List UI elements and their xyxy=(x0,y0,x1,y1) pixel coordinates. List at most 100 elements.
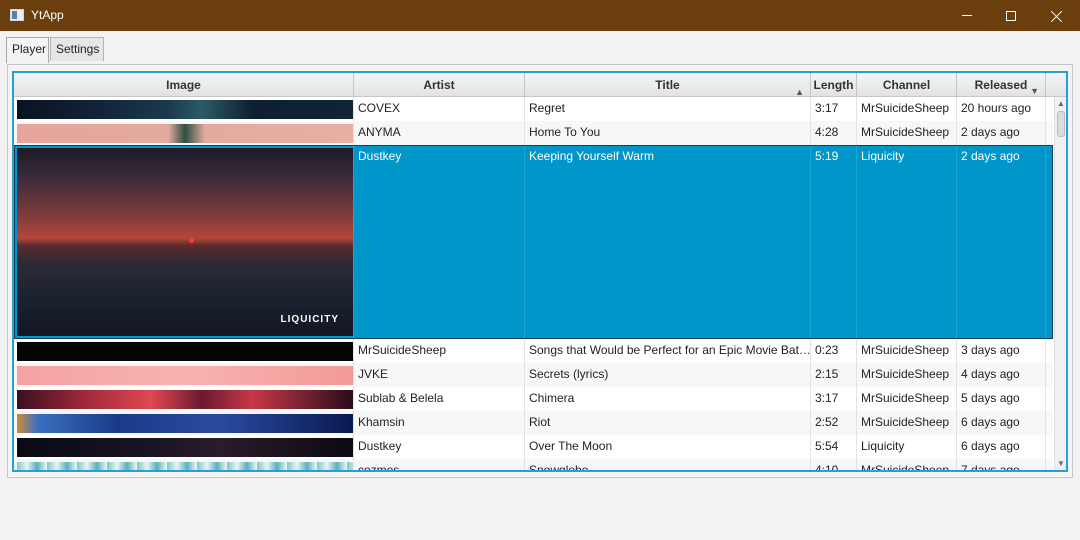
column-header-label: Artist xyxy=(423,78,455,92)
released-cell: 7 days ago xyxy=(957,459,1046,470)
vertical-scrollbar[interactable]: ▲ ▼ xyxy=(1054,97,1066,470)
thumbnail-image xyxy=(17,342,353,361)
table-row[interactable]: Khamsin Riot 2:52 MrSuicideSheep 6 days … xyxy=(14,411,1053,435)
column-header-label: Released xyxy=(974,78,1028,92)
thumbnail-cell xyxy=(14,387,354,411)
thumbnail-image xyxy=(17,124,353,143)
table-body: COVEX Regret 3:17 MrSuicideSheep 20 hour… xyxy=(14,97,1053,470)
thumbnail-image xyxy=(17,100,353,119)
title-cell: Snowglobe xyxy=(525,459,811,470)
window-title: YtApp xyxy=(31,8,64,22)
length-cell: 2:15 xyxy=(811,363,857,387)
artist-cell: COVEX xyxy=(354,97,525,121)
artist-cell: Dustkey xyxy=(354,435,525,459)
table-row[interactable]: cozmos Snowglobe 4:10 MrSuicideSheep 7 d… xyxy=(14,459,1053,470)
length-cell: 2:52 xyxy=(811,411,857,435)
artist-cell: Dustkey xyxy=(354,145,525,339)
thumbnail-cell xyxy=(14,97,354,121)
released-cell: 2 days ago xyxy=(957,145,1046,339)
scroll-down-icon[interactable]: ▼ xyxy=(1057,459,1065,468)
scrollbar-thumb[interactable] xyxy=(1057,111,1065,137)
thumbnail-cell xyxy=(14,411,354,435)
title-cell: Over The Moon xyxy=(525,435,811,459)
released-cell: 6 days ago xyxy=(957,435,1046,459)
title-cell: Secrets (lyrics) xyxy=(525,363,811,387)
table-row[interactable]: Dustkey Over The Moon 5:54 Liquicity 6 d… xyxy=(14,435,1053,459)
channel-cell: MrSuicideSheep xyxy=(857,363,957,387)
column-header-length[interactable]: Length xyxy=(811,73,857,97)
column-header-released[interactable]: Released ▼ xyxy=(957,73,1046,97)
minimize-icon xyxy=(962,15,972,16)
channel-cell: MrSuicideSheep xyxy=(857,97,957,121)
app-icon xyxy=(10,9,24,21)
tab-bar: Player Settings xyxy=(0,31,1080,63)
player-panel: Image Artist Title ▲ Length Channel Relea… xyxy=(7,64,1073,478)
table-row[interactable]: MrSuicideSheep Songs that Would be Perfe… xyxy=(14,339,1053,363)
title-cell: Riot xyxy=(525,411,811,435)
column-header-title[interactable]: Title ▲ xyxy=(525,73,811,97)
title-bar: YtApp xyxy=(0,0,1080,31)
artist-cell: cozmos xyxy=(354,459,525,470)
tab-player[interactable]: Player xyxy=(6,37,49,63)
title-cell: Chimera xyxy=(525,387,811,411)
artist-cell: ANYMA xyxy=(354,121,525,145)
artist-cell: MrSuicideSheep xyxy=(354,339,525,363)
title-cell: Songs that Would be Perfect for an Epic … xyxy=(525,339,811,363)
video-table[interactable]: Image Artist Title ▲ Length Channel Relea… xyxy=(12,71,1068,472)
released-cell: 2 days ago xyxy=(957,121,1046,145)
column-header-label: Image xyxy=(166,78,201,92)
length-cell: 4:28 xyxy=(811,121,857,145)
title-cell: Keeping Yourself Warm xyxy=(525,145,811,339)
column-header-label: Length xyxy=(813,78,854,92)
title-cell: Regret xyxy=(525,97,811,121)
maximize-button[interactable] xyxy=(988,0,1034,31)
thumbnail-image xyxy=(17,414,353,433)
released-cell: 5 days ago xyxy=(957,387,1046,411)
column-header-artist[interactable]: Artist xyxy=(354,73,525,97)
thumbnail-cell xyxy=(14,339,354,363)
thumbnail-image: LIQUICITY xyxy=(17,148,353,336)
length-cell: 5:19 xyxy=(811,145,857,339)
channel-cell: Liquicity xyxy=(857,435,957,459)
column-header-filler xyxy=(1046,73,1066,97)
table-row[interactable]: Sublab & Belela Chimera 3:17 MrSuicideSh… xyxy=(14,387,1053,411)
column-header-label: Channel xyxy=(882,78,931,92)
thumbnail-image xyxy=(17,462,353,470)
channel-cell: MrSuicideSheep xyxy=(857,459,957,470)
artist-cell: JVKE xyxy=(354,363,525,387)
artist-cell: Sublab & Belela xyxy=(354,387,525,411)
table-row[interactable]: COVEX Regret 3:17 MrSuicideSheep 20 hour… xyxy=(14,97,1053,121)
channel-cell: MrSuicideSheep xyxy=(857,121,957,145)
table-row[interactable]: JVKE Secrets (lyrics) 2:15 MrSuicideShee… xyxy=(14,363,1053,387)
channel-cell: MrSuicideSheep xyxy=(857,411,957,435)
close-button[interactable] xyxy=(1034,0,1080,31)
minimize-button[interactable] xyxy=(944,0,990,31)
maximize-icon xyxy=(1006,10,1016,21)
scroll-up-icon[interactable]: ▲ xyxy=(1057,99,1065,108)
close-icon xyxy=(1051,10,1063,22)
title-cell: Home To You xyxy=(525,121,811,145)
column-header-channel[interactable]: Channel xyxy=(857,73,957,97)
length-cell: 0:23 xyxy=(811,339,857,363)
released-cell: 4 days ago xyxy=(957,363,1046,387)
channel-cell: MrSuicideSheep xyxy=(857,339,957,363)
length-cell: 3:17 xyxy=(811,97,857,121)
table-row-selected[interactable]: LIQUICITY Dustkey Keeping Yourself Warm … xyxy=(14,145,1053,339)
thumbnail-cell xyxy=(14,435,354,459)
column-header-image[interactable]: Image xyxy=(14,73,354,97)
thumbnail-image xyxy=(17,438,353,457)
thumbnail-cell xyxy=(14,363,354,387)
length-cell: 5:54 xyxy=(811,435,857,459)
length-cell: 4:10 xyxy=(811,459,857,470)
thumbnail-cell xyxy=(14,459,354,470)
artist-cell: Khamsin xyxy=(354,411,525,435)
channel-cell: MrSuicideSheep xyxy=(857,387,957,411)
thumbnail-image xyxy=(17,366,353,385)
tab-settings[interactable]: Settings xyxy=(50,37,104,61)
column-header-label: Title xyxy=(655,78,680,92)
thumbnail-cell: LIQUICITY xyxy=(14,145,354,339)
released-cell: 3 days ago xyxy=(957,339,1046,363)
thumbnail-image xyxy=(17,390,353,409)
table-row[interactable]: ANYMA Home To You 4:28 MrSuicideSheep 2 … xyxy=(14,121,1053,145)
table-header: Image Artist Title ▲ Length Channel Relea… xyxy=(14,73,1066,97)
